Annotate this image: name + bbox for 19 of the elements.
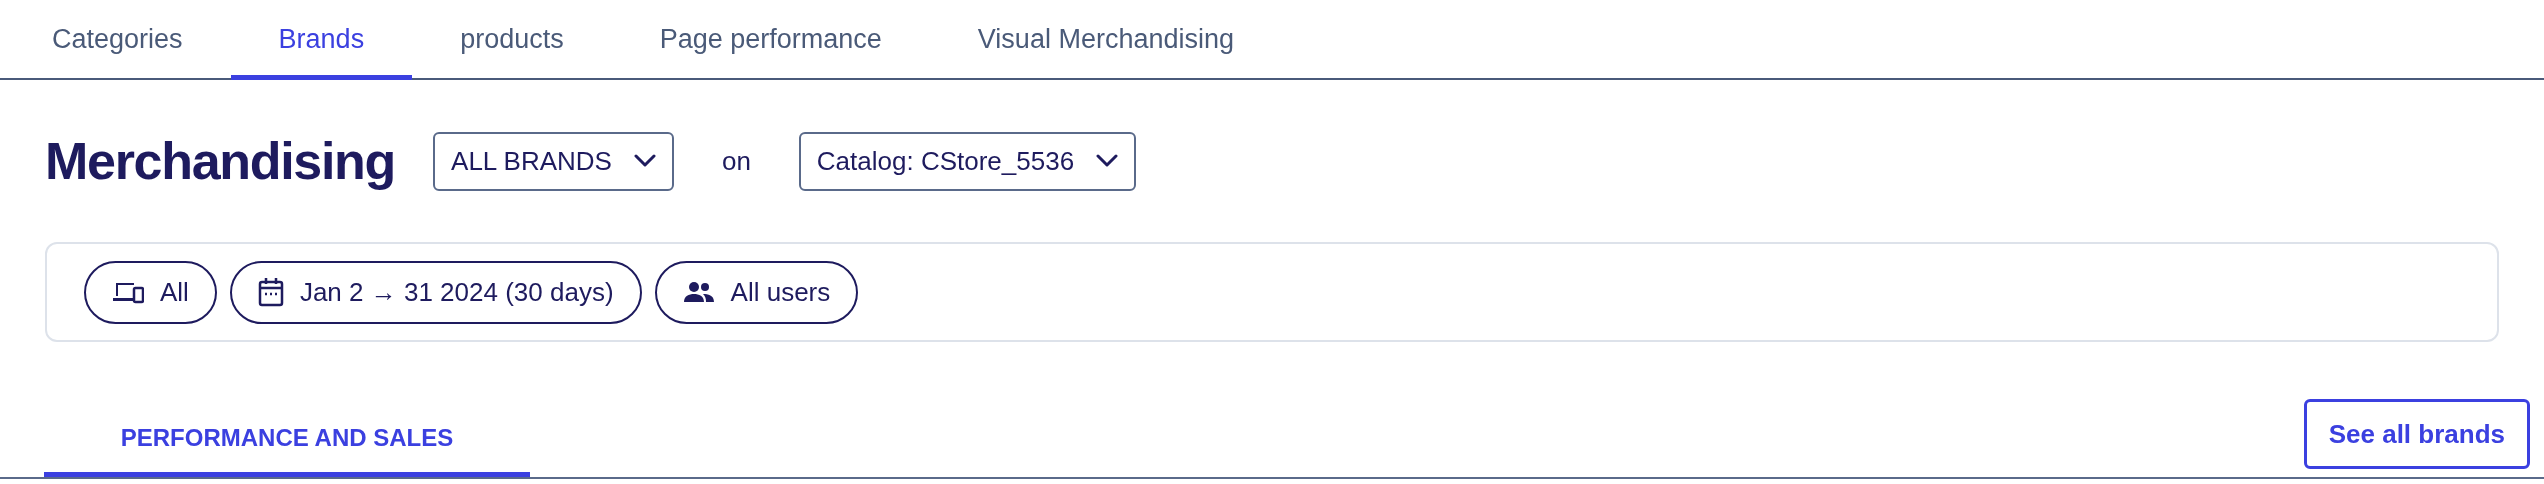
page-title: Merchandising [45,131,396,192]
connector-label: on [720,144,752,178]
filter-chip[interactable]: All users [654,260,859,324]
catalog-dropdown[interactable]: Catalog: CStore_5536 [798,131,1137,191]
devices-icon [112,280,144,304]
calendar-icon [257,277,284,307]
nav-tab[interactable]: Categories [4,0,231,80]
see-all-button[interactable]: See all brands [2303,399,2530,469]
nav-tab[interactable]: products [412,0,612,80]
nav-tab[interactable]: Brands [230,0,413,80]
nav-tab[interactable]: Visual Merchandising [929,0,1282,80]
brand-dropdown[interactable]: ALL BRANDS [433,131,674,191]
filter-chip[interactable]: All [84,260,217,324]
users-icon [682,281,715,303]
chevron-down-icon [1096,154,1119,168]
nav-tab[interactable]: Page performance [611,0,930,80]
filter-chip[interactable]: Jan 2 → 31 2024 (30 days) [229,260,642,324]
section-tab[interactable]: PERFORMANCE AND SALES [44,413,530,477]
chevron-down-icon [633,154,656,168]
